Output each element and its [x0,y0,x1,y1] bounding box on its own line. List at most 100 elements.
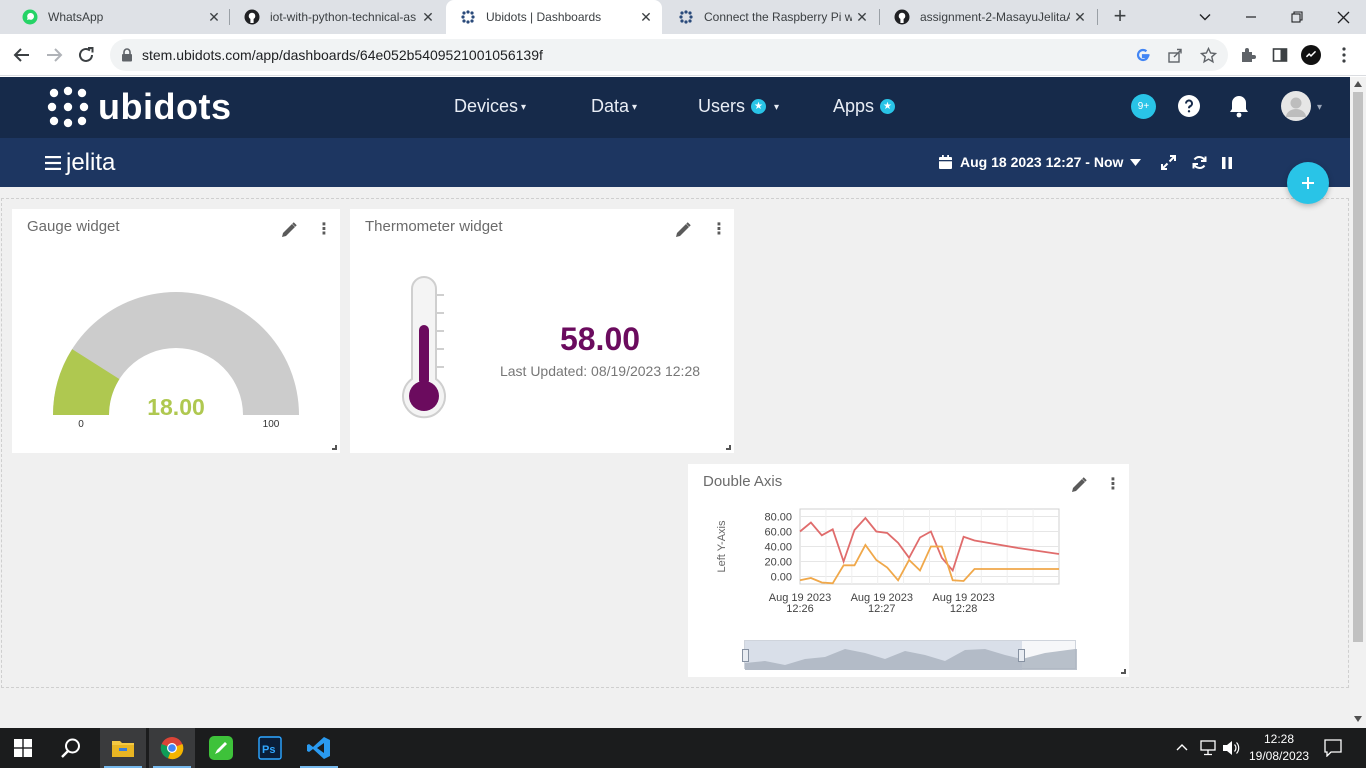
address-bar[interactable]: stem.ubidots.com/app/dashboards/64e052b5… [110,39,1228,71]
photoshop-app[interactable]: Ps [247,728,293,768]
star-badge-icon: ★ [751,99,767,114]
y-tick-label: 20.00 [764,557,792,569]
search-button[interactable] [48,728,94,768]
help-button[interactable] [1178,95,1200,122]
forward-button[interactable] [41,42,67,68]
widget-title: Thermometer widget [365,218,503,235]
navigator-right-handle[interactable] [1018,649,1025,662]
minimize-button[interactable] [1228,0,1274,34]
tab-search-button[interactable] [1182,0,1228,34]
resize-handle[interactable] [726,445,731,450]
thermometer-graphic [402,276,446,419]
avatar [1281,91,1311,121]
close-window-button[interactable] [1320,0,1366,34]
browser-toolbar: stem.ubidots.com/app/dashboards/64e052b5… [0,34,1366,76]
nav-apps-menu[interactable]: Apps ★ [833,96,896,117]
tab-github-iot[interactable]: iot-with-python-technical-as ✕ [230,0,444,34]
green-pen-app-icon [209,736,233,760]
bookmark-star-icon[interactable] [1199,46,1217,64]
plus-icon [1302,177,1314,189]
gauge-widget: Gauge widget ⋮ 18.00 0 100 [12,209,340,453]
page-scrollbar[interactable] [1350,77,1366,728]
resize-handle[interactable] [332,445,337,450]
navigator-left-handle[interactable] [742,649,749,662]
help-icon [1178,95,1200,117]
refresh-button[interactable] [1192,155,1207,175]
share-icon[interactable] [1166,46,1184,64]
browser-tab-strip: WhatsApp ✕ iot-with-python-technical-as … [0,0,1366,34]
back-button[interactable] [9,42,35,68]
nav-devices-label: Devices [454,96,519,116]
lock-icon [122,48,132,62]
scroll-down-arrow-icon[interactable] [1354,716,1362,722]
vscode-app[interactable] [296,728,342,768]
reload-button[interactable] [73,42,99,68]
notification-center-icon[interactable] [1324,739,1342,757]
navigator-area-preview [745,641,1077,670]
pause-button[interactable] [1222,156,1232,174]
tab-ubidots-dashboards[interactable]: Ubidots | Dashboards ✕ [446,0,662,34]
tab-connect-raspberry-pi[interactable]: Connect the Raspberry Pi wit ✕ [664,0,878,34]
volume-icon[interactable] [1222,740,1240,756]
close-icon[interactable]: ✕ [852,9,872,26]
extensions-icon[interactable] [1238,45,1258,65]
close-icon[interactable]: ✕ [636,9,656,26]
chrome-app[interactable] [149,728,195,768]
close-icon[interactable]: ✕ [1070,9,1090,26]
notifications-button[interactable] [1228,94,1250,123]
new-tab-button[interactable]: + [1108,5,1132,29]
pencil-icon[interactable] [674,221,692,239]
side-panel-icon[interactable] [1270,45,1290,65]
caret-down-icon [1130,158,1142,166]
dashboards-menu-button[interactable] [45,156,61,175]
arrow-left-icon [13,48,29,62]
ubidots-logo[interactable]: ubidots [46,85,231,129]
fullscreen-button[interactable] [1161,155,1176,175]
pen-app[interactable] [198,728,244,768]
github-icon [894,9,910,25]
y-tick-label: 80.00 [764,512,792,524]
gauge-value: 18.00 [147,394,205,420]
ubidots-icon [679,10,693,24]
notifications-count-badge[interactable]: 9+ [1131,94,1156,119]
profile-avatar[interactable] [1301,45,1321,65]
browser-menu-icon[interactable] [1334,45,1354,65]
notifications-count: 9+ [1137,101,1150,112]
resize-handle[interactable] [1121,669,1126,674]
network-icon[interactable] [1199,740,1217,756]
taskbar-time[interactable]: 12:28 [1264,732,1294,746]
add-widget-button[interactable] [1287,162,1329,204]
x-tick-label-time: 12:26 [786,603,814,615]
taskbar-date[interactable]: 19/08/2023 [1249,749,1309,763]
last-updated-text: Last Updated: 08/19/2023 12:28 [499,363,701,379]
date-range-picker[interactable]: Aug 18 2023 12:27 - Now [939,154,1142,170]
close-icon[interactable]: ✕ [204,9,224,26]
restore-icon [1291,11,1303,23]
user-avatar-menu[interactable]: ▾ [1281,91,1322,121]
tab-whatsapp[interactable]: WhatsApp ✕ [8,0,230,34]
nav-devices-menu[interactable]: Devices ▾ [454,96,526,117]
tab-github-assignment[interactable]: assignment-2-MasayuJelitaA ✕ [880,0,1096,34]
start-button[interactable] [0,728,46,768]
range-navigator[interactable] [742,640,1077,670]
calendar-icon [939,155,952,169]
nav-users-menu[interactable]: Users ★ ▾ [698,96,779,117]
scroll-up-arrow-icon[interactable] [1354,81,1362,87]
double-axis-widget: Double Axis ⋮ 80.00 60.00 40.00 20.00 0.00 Le… [688,464,1129,677]
kebab-menu-icon[interactable]: ⋮ [711,221,727,239]
scrollbar-thumb[interactable] [1353,92,1363,642]
dashboard-title[interactable]: jelita [66,149,115,177]
y-tick-label: 40.00 [764,542,792,554]
caret-down-icon: ▾ [521,102,527,113]
file-explorer-app[interactable] [100,728,146,768]
restore-button[interactable] [1274,0,1320,34]
gauge-max-label: 100 [262,419,280,430]
gauge-min-label: 0 [78,419,84,430]
minimize-icon [1246,16,1256,18]
close-icon[interactable]: ✕ [418,9,438,26]
caret-down-icon: ▾ [774,102,780,113]
google-icon[interactable] [1134,46,1152,64]
dashboard-header-bar: jelita Aug 18 2023 12:27 - Now [0,138,1350,187]
nav-data-menu[interactable]: Data ▾ [591,96,637,117]
tray-chevron-up-icon[interactable] [1176,743,1188,751]
